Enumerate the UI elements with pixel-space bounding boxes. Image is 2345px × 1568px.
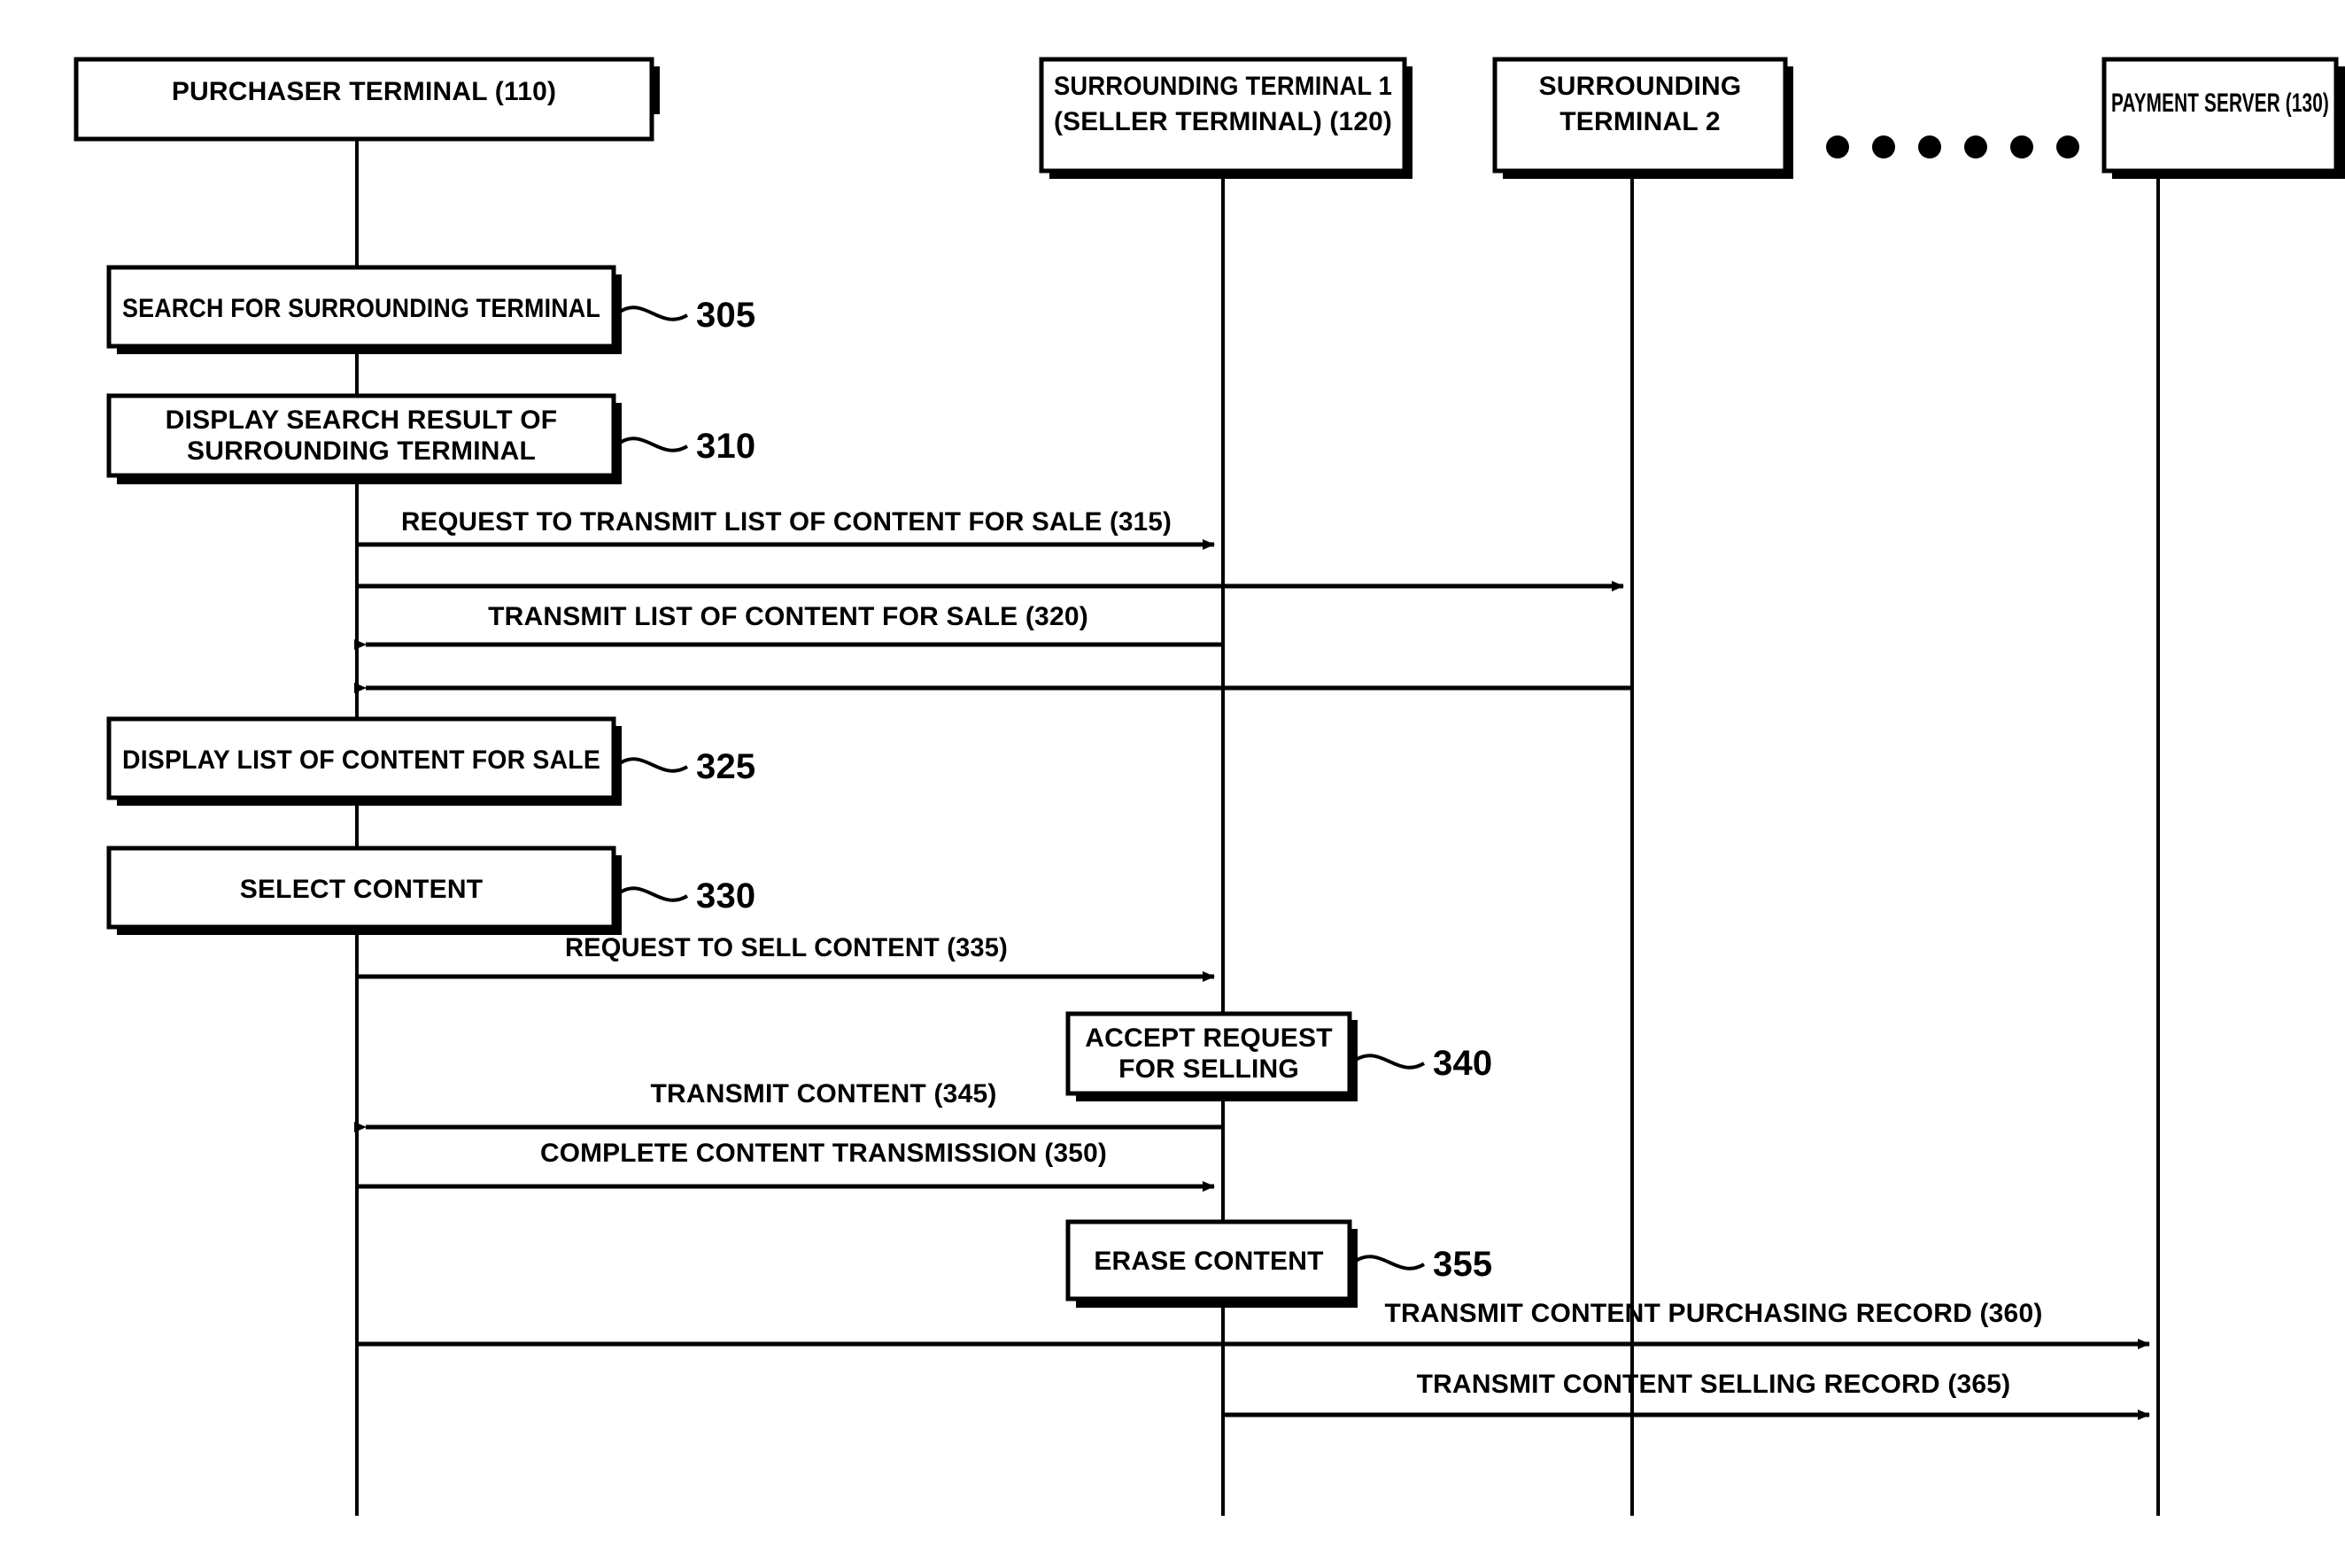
message-320[interactable]: TRANSMIT LIST OF CONTENT FOR SALE (320) [354, 602, 1223, 650]
process-ref-330: 330 [696, 877, 755, 915]
process-box-305[interactable]: SEARCH FOR SURROUNDING TERMINAL 305 [106, 265, 755, 354]
actor-label-seller-line1: SURROUNDING TERMINAL 1 [1054, 72, 1392, 101]
actor-header-terminal2[interactable]: SURROUNDING TERMINAL 2 [1492, 57, 1793, 179]
actor-header-purchaser[interactable]: PURCHASER TERMINAL (110) [74, 57, 660, 142]
actor-label-terminal2-line2: TERMINAL 2 [1559, 107, 1720, 136]
message-label-345: TRANSMIT CONTENT (345) [650, 1079, 996, 1108]
process-ref-340: 340 [1433, 1044, 1492, 1083]
message-label-335: REQUEST TO SELL CONTENT (335) [565, 933, 1008, 962]
process-label-340-line1: ACCEPT REQUEST [1085, 1023, 1333, 1053]
message-label-365: TRANSMIT CONTENT SELLING RECORD (365) [1417, 1370, 2011, 1399]
message-label-360: TRANSMIT CONTENT PURCHASING RECORD (360) [1384, 1299, 2042, 1328]
process-box-325[interactable]: DISPLAY LIST OF CONTENT FOR SALE 325 [106, 716, 755, 806]
process-label-310-line1: DISPLAY SEARCH RESULT OF [166, 406, 558, 435]
process-label-355: ERASE CONTENT [1094, 1247, 1323, 1276]
process-box-355[interactable]: ERASE CONTENT 355 [1065, 1219, 1492, 1308]
process-label-305: SEARCH FOR SURROUNDING TERMINAL [122, 294, 600, 323]
ellipsis-dots [1826, 135, 2079, 158]
message-335[interactable]: REQUEST TO SELL CONTENT (335) [357, 933, 1215, 982]
process-label-340-line2: FOR SELLING [1118, 1054, 1299, 1084]
message-315[interactable]: REQUEST TO TRANSMIT LIST OF CONTENT FOR … [357, 507, 1215, 550]
sequence-diagram-canvas: PURCHASER TERMINAL (110) SURROUNDING TER… [0, 0, 2345, 1568]
diagram-svg: PURCHASER TERMINAL (110) SURROUNDING TER… [74, 57, 2345, 1516]
actor-header-payment-server[interactable]: PAYMENT SERVER (130) [2101, 57, 2345, 179]
process-box-310[interactable]: DISPLAY SEARCH RESULT OF SURROUNDING TER… [106, 393, 755, 484]
process-ref-355: 355 [1433, 1245, 1492, 1284]
message-label-320: TRANSMIT LIST OF CONTENT FOR SALE (320) [488, 602, 1088, 631]
actor-header-seller[interactable]: SURROUNDING TERMINAL 1 (SELLER TERMINAL)… [1039, 57, 1412, 179]
process-ref-310: 310 [696, 427, 755, 466]
process-label-330: SELECT CONTENT [240, 875, 483, 904]
actor-label-terminal2-line1: SURROUNDING [1539, 72, 1742, 101]
process-ref-305: 305 [696, 296, 755, 335]
process-label-310-line2: SURROUNDING TERMINAL [187, 436, 536, 466]
message-365[interactable]: TRANSMIT CONTENT SELLING RECORD (365) [1223, 1370, 2150, 1420]
message-label-350: COMPLETE CONTENT TRANSMISSION (350) [540, 1139, 1107, 1168]
process-label-325: DISPLAY LIST OF CONTENT FOR SALE [122, 745, 600, 775]
actor-label-seller-line2: (SELLER TERMINAL) (120) [1054, 107, 1392, 136]
process-ref-325: 325 [696, 747, 755, 786]
process-box-340[interactable]: ACCEPT REQUEST FOR SELLING 340 [1065, 1011, 1492, 1101]
process-box-330[interactable]: SELECT CONTENT 330 [106, 846, 755, 935]
actor-label-payment-server: PAYMENT SERVER (130) [2111, 89, 2329, 118]
message-350[interactable]: COMPLETE CONTENT TRANSMISSION (350) [357, 1139, 1215, 1192]
actor-label-purchaser: PURCHASER TERMINAL (110) [172, 77, 556, 106]
message-label-315: REQUEST TO TRANSMIT LIST OF CONTENT FOR … [401, 507, 1172, 537]
